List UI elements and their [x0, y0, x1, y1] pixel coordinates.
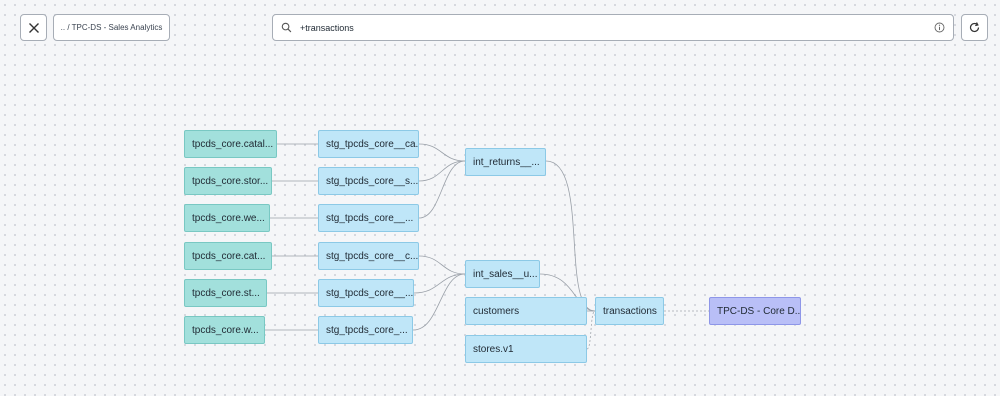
- edge-stg5-int-sales: [413, 273, 466, 294]
- source-node[interactable]: tpcds_core.stor...: [184, 167, 272, 195]
- edge-int-returns-transactions: [545, 160, 596, 312]
- source-node[interactable]: tpcds_core.st...: [184, 279, 267, 307]
- staging-model-node[interactable]: stg_tpcds_core__c...: [318, 242, 419, 270]
- edge-stg1-int-returns: [418, 143, 466, 162]
- staging-model-node[interactable]: stg_tpcds_core__...: [318, 204, 419, 232]
- edge-stores-transactions: [586, 310, 596, 350]
- edge-stg2-int-returns: [418, 160, 466, 182]
- model-node-customers[interactable]: customers: [465, 297, 587, 325]
- edge-stg3-int-returns: [418, 160, 466, 219]
- staging-model-node[interactable]: stg_tpcds_core__...: [318, 279, 414, 307]
- staging-model-node[interactable]: stg_tpcds_core__s...: [318, 167, 419, 195]
- staging-model-node[interactable]: stg_tpcds_core_...: [318, 316, 413, 344]
- source-node[interactable]: tpcds_core.cat...: [184, 242, 272, 270]
- intermediate-model-node[interactable]: int_sales__u...: [465, 260, 540, 288]
- edge-stg4-int-sales: [418, 255, 466, 275]
- staging-model-node[interactable]: stg_tpcds_core__ca...: [318, 130, 419, 158]
- intermediate-model-node[interactable]: int_returns__...: [465, 148, 546, 176]
- edge-stg6-int-sales: [412, 273, 466, 331]
- model-node-transactions[interactable]: transactions: [595, 297, 664, 325]
- model-node-stores[interactable]: stores.v1: [465, 335, 587, 363]
- source-node[interactable]: tpcds_core.w...: [184, 316, 265, 344]
- source-node[interactable]: tpcds_core.catal...: [184, 130, 277, 158]
- exposure-node[interactable]: TPC-DS - Core D...: [709, 297, 801, 325]
- source-node[interactable]: tpcds_core.we...: [184, 204, 270, 232]
